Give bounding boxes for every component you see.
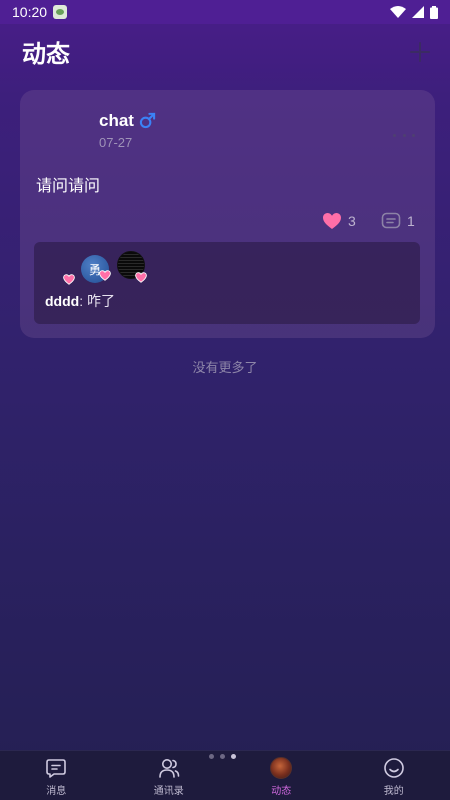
like-heart-icon: [99, 270, 111, 281]
comment-item[interactable]: dddd: 咋了: [45, 291, 115, 311]
pager-dot: [209, 754, 214, 759]
nav-label: 我的: [383, 786, 404, 797]
like-heart-icon: [135, 272, 147, 283]
comment-icon: [381, 212, 401, 229]
status-time: 10:20: [12, 4, 48, 20]
pager-dots: [209, 754, 236, 759]
end-of-list-text: 没有更多了: [192, 361, 258, 376]
author-name[interactable]: chat: [99, 111, 134, 131]
nav-label: 通讯录: [153, 786, 184, 797]
comments-box: 勇 dddd: 咋了: [34, 242, 420, 324]
pager-dot-active: [231, 754, 236, 759]
more-options-icon[interactable]: [393, 132, 415, 138]
battery-icon: [430, 5, 438, 19]
status-bar: 10:20: [0, 0, 450, 24]
message-icon: [46, 759, 67, 778]
pager-dot: [220, 754, 225, 759]
nav-item-messages[interactable]: 消息: [0, 751, 112, 797]
post-text: 请问请问: [36, 176, 101, 195]
like-button[interactable]: 3: [322, 212, 356, 230]
nav-item-moments[interactable]: 动态: [225, 751, 337, 797]
like-count: 3: [348, 213, 356, 229]
comment-count: 1: [407, 213, 415, 229]
page-title: 动态: [22, 40, 70, 68]
nav-label: 消息: [46, 786, 67, 797]
moments-avatar-icon: [270, 757, 293, 779]
wifi-icon: [390, 6, 406, 18]
status-left: 10:20: [12, 4, 68, 20]
comment-button[interactable]: 1: [381, 212, 415, 230]
signal-icon: [412, 6, 424, 18]
nav-item-profile[interactable]: 我的: [338, 751, 450, 797]
app-notification-icon: [53, 5, 68, 19]
like-heart-icon: [63, 274, 75, 285]
comment-text: 咋了: [87, 293, 115, 309]
comment-author[interactable]: dddd: [45, 293, 79, 309]
post-date: 07-27: [99, 135, 133, 150]
contacts-icon: [158, 759, 180, 778]
status-right: [390, 5, 438, 19]
nav-item-contacts[interactable]: 通讯录: [113, 751, 225, 797]
post-card[interactable]: chat 07-27 请问请问 3 1 勇 dddd: 咋了: [20, 90, 435, 338]
profile-smile-icon: [383, 758, 404, 778]
comment-separator: :: [79, 293, 87, 309]
heart-icon: [323, 213, 341, 229]
add-post-button[interactable]: [410, 42, 430, 62]
nav-label: 动态: [271, 786, 292, 797]
male-gender-icon: [139, 112, 156, 129]
